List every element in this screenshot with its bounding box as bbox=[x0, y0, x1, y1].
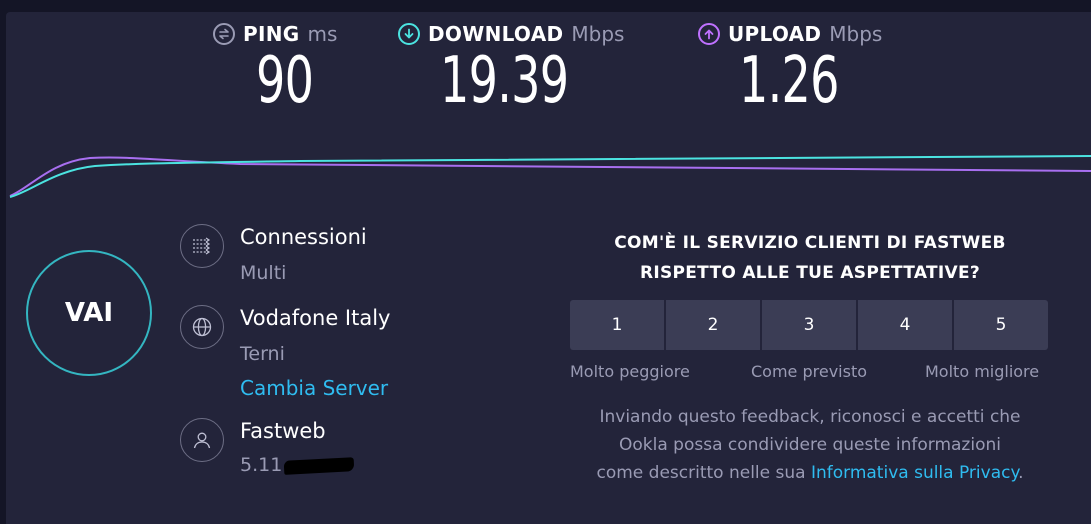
scale-low-label: Molto peggiore bbox=[570, 362, 690, 381]
upload-unit: Mbps bbox=[829, 22, 883, 46]
user-icon bbox=[180, 418, 224, 462]
globe-icon bbox=[180, 305, 224, 349]
ping-value: 90 bbox=[256, 44, 314, 118]
go-button-label: VAI bbox=[64, 298, 114, 328]
disclaimer-line3-text: come descritto nelle sua bbox=[596, 463, 806, 483]
upload-value: 1.26 bbox=[739, 44, 839, 118]
server-info: Vodafone Italy Terni Cambia Server bbox=[180, 305, 391, 401]
connections-title: Connessioni bbox=[240, 225, 367, 249]
upload-label: UPLOAD bbox=[728, 22, 822, 46]
rating-button-5[interactable]: 5 bbox=[954, 300, 1048, 350]
survey-question-line1: COM'È IL SERVIZIO CLIENTI DI FASTWEB bbox=[614, 233, 1006, 253]
rating-button-4[interactable]: 4 bbox=[858, 300, 952, 350]
privacy-policy-link[interactable]: Informativa sulla Privacy bbox=[811, 463, 1018, 483]
download-value: 19.39 bbox=[440, 44, 569, 118]
connections-value: Multi bbox=[240, 262, 287, 284]
server-name: Vodafone Italy bbox=[240, 306, 391, 330]
download-unit: Mbps bbox=[571, 22, 625, 46]
upload-arrow-icon bbox=[698, 23, 720, 45]
rating-button-2[interactable]: 2 bbox=[666, 300, 760, 350]
change-server-link[interactable]: Cambia Server bbox=[240, 375, 391, 401]
disclaimer-line1: Inviando questo feedback, riconosci e ac… bbox=[599, 407, 1021, 427]
download-graph-line bbox=[9, 155, 1091, 198]
disclaimer-line3: come descritto nelle sua Informativa sul… bbox=[570, 459, 1050, 487]
provider-ip: 5.11 bbox=[240, 452, 355, 478]
connections-info: Connessioni Multi bbox=[180, 224, 367, 286]
scale-high-label: Molto migliore bbox=[925, 362, 1040, 381]
upload-metric: UPLOAD Mbps 1.26 bbox=[698, 22, 882, 116]
download-arrow-icon bbox=[398, 23, 420, 45]
survey-question: COM'È IL SERVIZIO CLIENTI DI FASTWEB RIS… bbox=[570, 228, 1050, 288]
rating-button-1[interactable]: 1 bbox=[570, 300, 664, 350]
server-location: Terni bbox=[240, 343, 285, 365]
ping-icon bbox=[213, 23, 235, 45]
rating-button-3[interactable]: 3 bbox=[762, 300, 856, 350]
rating-buttons: 1 2 3 4 5 bbox=[570, 300, 1048, 350]
ip-redaction-mark bbox=[283, 456, 355, 475]
provider-info: Fastweb 5.11 bbox=[180, 418, 355, 478]
disclaimer-period: . bbox=[1018, 463, 1024, 483]
ping-unit: ms bbox=[307, 22, 338, 46]
provider-ip-visible: 5.11 bbox=[240, 454, 283, 476]
provider-name: Fastweb bbox=[240, 419, 326, 443]
speed-graph bbox=[9, 155, 1091, 198]
scale-mid-label: Come previsto bbox=[751, 362, 868, 381]
survey-question-line2: RISPETTO ALLE TUE ASPETTATIVE? bbox=[639, 263, 981, 283]
go-button[interactable]: VAI bbox=[26, 250, 152, 376]
ping-metric: PING ms 90 bbox=[213, 22, 337, 116]
download-metric: DOWNLOAD Mbps 19.39 bbox=[398, 22, 624, 116]
feedback-disclaimer: Inviando questo feedback, riconosci e ac… bbox=[570, 403, 1050, 487]
download-label: DOWNLOAD bbox=[428, 22, 564, 46]
connections-icon bbox=[180, 224, 224, 268]
disclaimer-line2: Ookla possa condividere queste informazi… bbox=[619, 435, 1001, 455]
ping-label: PING bbox=[243, 22, 300, 46]
